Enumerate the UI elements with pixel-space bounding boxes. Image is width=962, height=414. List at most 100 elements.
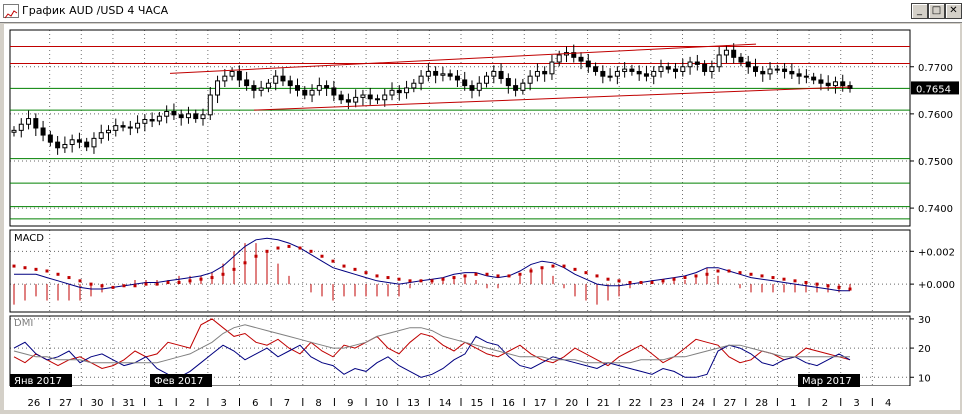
- candle-bear: [127, 126, 133, 129]
- macd-signal-point: [210, 276, 214, 280]
- macd-signal-point: [661, 279, 665, 283]
- macd-signal-point: [232, 267, 236, 271]
- time-axis-label: 10: [376, 398, 389, 409]
- macd-signal-point: [364, 271, 368, 275]
- macd-signal-point: [694, 274, 698, 278]
- macd-signal-point: [441, 277, 445, 281]
- price-tick-label: 0.7700: [918, 63, 953, 74]
- macd-signal-point: [727, 269, 731, 273]
- macd-signal-point: [122, 284, 126, 288]
- time-axis-label: 3: [853, 398, 859, 409]
- macd-signal-point: [67, 276, 71, 280]
- macd-signal-point: [793, 279, 797, 283]
- macd-signal-point: [837, 285, 841, 289]
- time-axis-label: 15: [470, 398, 483, 409]
- candle-bull: [207, 94, 213, 116]
- macd-signal-point: [485, 272, 489, 276]
- candle-bull: [360, 94, 366, 98]
- macd-signal-point: [221, 272, 225, 276]
- macd-signal-point: [540, 266, 544, 270]
- candle-bull: [215, 80, 221, 96]
- macd-signal-point: [100, 284, 104, 288]
- macd-signal-point: [23, 266, 27, 270]
- candle-bull: [440, 73, 446, 76]
- macd-signal-point: [133, 284, 137, 288]
- macd-signal-point: [529, 269, 533, 273]
- candle-bear: [738, 56, 744, 63]
- macd-signal-point: [397, 277, 401, 281]
- maximize-button[interactable]: □: [928, 3, 945, 19]
- candle-bull: [411, 82, 417, 89]
- candle-bull: [476, 82, 482, 91]
- macd-signal-point: [144, 282, 148, 286]
- candle-bear: [40, 127, 46, 136]
- macd-signal-point: [716, 269, 720, 273]
- chart-area[interactable]: 0.7700 0.7600 0.7500 0.7400 0.7654 +0.002 +0.0…: [4, 24, 960, 410]
- candle-bear: [149, 119, 155, 122]
- candle-bull: [622, 68, 628, 72]
- candle-bull: [106, 129, 112, 134]
- chart-canvas[interactable]: 0.7700 0.7600 0.7500 0.7400 0.7654 +0.002 +0.0…: [4, 24, 960, 410]
- candle-bull: [549, 61, 555, 75]
- macd-signal-point: [705, 272, 709, 276]
- candle-bear: [287, 80, 293, 87]
- candle-bear: [796, 73, 802, 77]
- candle-bear: [825, 82, 831, 87]
- price-tick-label: 0.7500: [918, 157, 953, 168]
- macd-signal-point: [672, 277, 676, 281]
- time-axis-label: 30: [91, 398, 104, 409]
- candle-bear: [673, 68, 679, 72]
- candle-bear: [374, 98, 380, 101]
- period-label: Янв 2017: [14, 376, 62, 387]
- candle-bull: [520, 82, 526, 91]
- candle-bear: [367, 94, 373, 100]
- candle-bull: [658, 66, 664, 72]
- time-axis-label: 24: [692, 398, 705, 409]
- candle-bear: [600, 70, 606, 77]
- candle-bull: [556, 54, 562, 63]
- minimize-button[interactable]: _: [911, 3, 928, 19]
- candle-bear: [236, 70, 242, 81]
- time-axis-label: 13: [407, 398, 420, 409]
- candle-bear: [76, 139, 82, 143]
- candle-bull: [309, 89, 315, 96]
- macd-signal-point: [782, 277, 786, 281]
- price-tick-label: 0.7600: [918, 110, 953, 121]
- candle-bear: [396, 89, 402, 94]
- dmi-tick-label: 10: [918, 373, 931, 384]
- macd-signal-point: [518, 272, 522, 276]
- macd-signal-point: [243, 261, 247, 265]
- candle-bull: [680, 66, 686, 72]
- macd-signal-point: [496, 274, 500, 278]
- candle-bear: [811, 76, 817, 81]
- time-axis-label: 9: [347, 398, 353, 409]
- time-axis-label: 1: [157, 398, 163, 409]
- last-price-label: 0.7654: [916, 84, 951, 95]
- candle-bull: [113, 125, 119, 131]
- candle-bear: [33, 118, 39, 129]
- candle-bull: [527, 75, 533, 84]
- macd-signal-point: [452, 276, 456, 280]
- macd-signal-point: [815, 282, 819, 286]
- close-button[interactable]: ✕: [945, 3, 962, 19]
- candle-bear: [585, 60, 591, 68]
- macd-signal-point: [650, 280, 654, 284]
- candle-bear: [782, 68, 788, 72]
- candle-bull: [774, 68, 780, 71]
- candle-bear: [578, 56, 584, 62]
- time-axis-label: 22: [629, 398, 642, 409]
- candle-bull: [265, 82, 271, 89]
- macd-signal-point: [166, 280, 170, 284]
- dmi-tick-label: 20: [918, 344, 931, 355]
- time-axis-label: 20: [565, 398, 578, 409]
- time-axis-label: 16: [502, 398, 515, 409]
- candle-bear: [665, 66, 671, 70]
- time-axis-label: 6: [252, 398, 258, 409]
- candle-bull: [69, 139, 75, 145]
- time-axis-label: 26: [27, 398, 40, 409]
- candle-bull: [389, 89, 395, 96]
- candle-bear: [760, 70, 766, 75]
- macd-signal-point: [177, 280, 181, 284]
- candle-bull: [142, 119, 148, 124]
- candle-bear: [629, 68, 635, 72]
